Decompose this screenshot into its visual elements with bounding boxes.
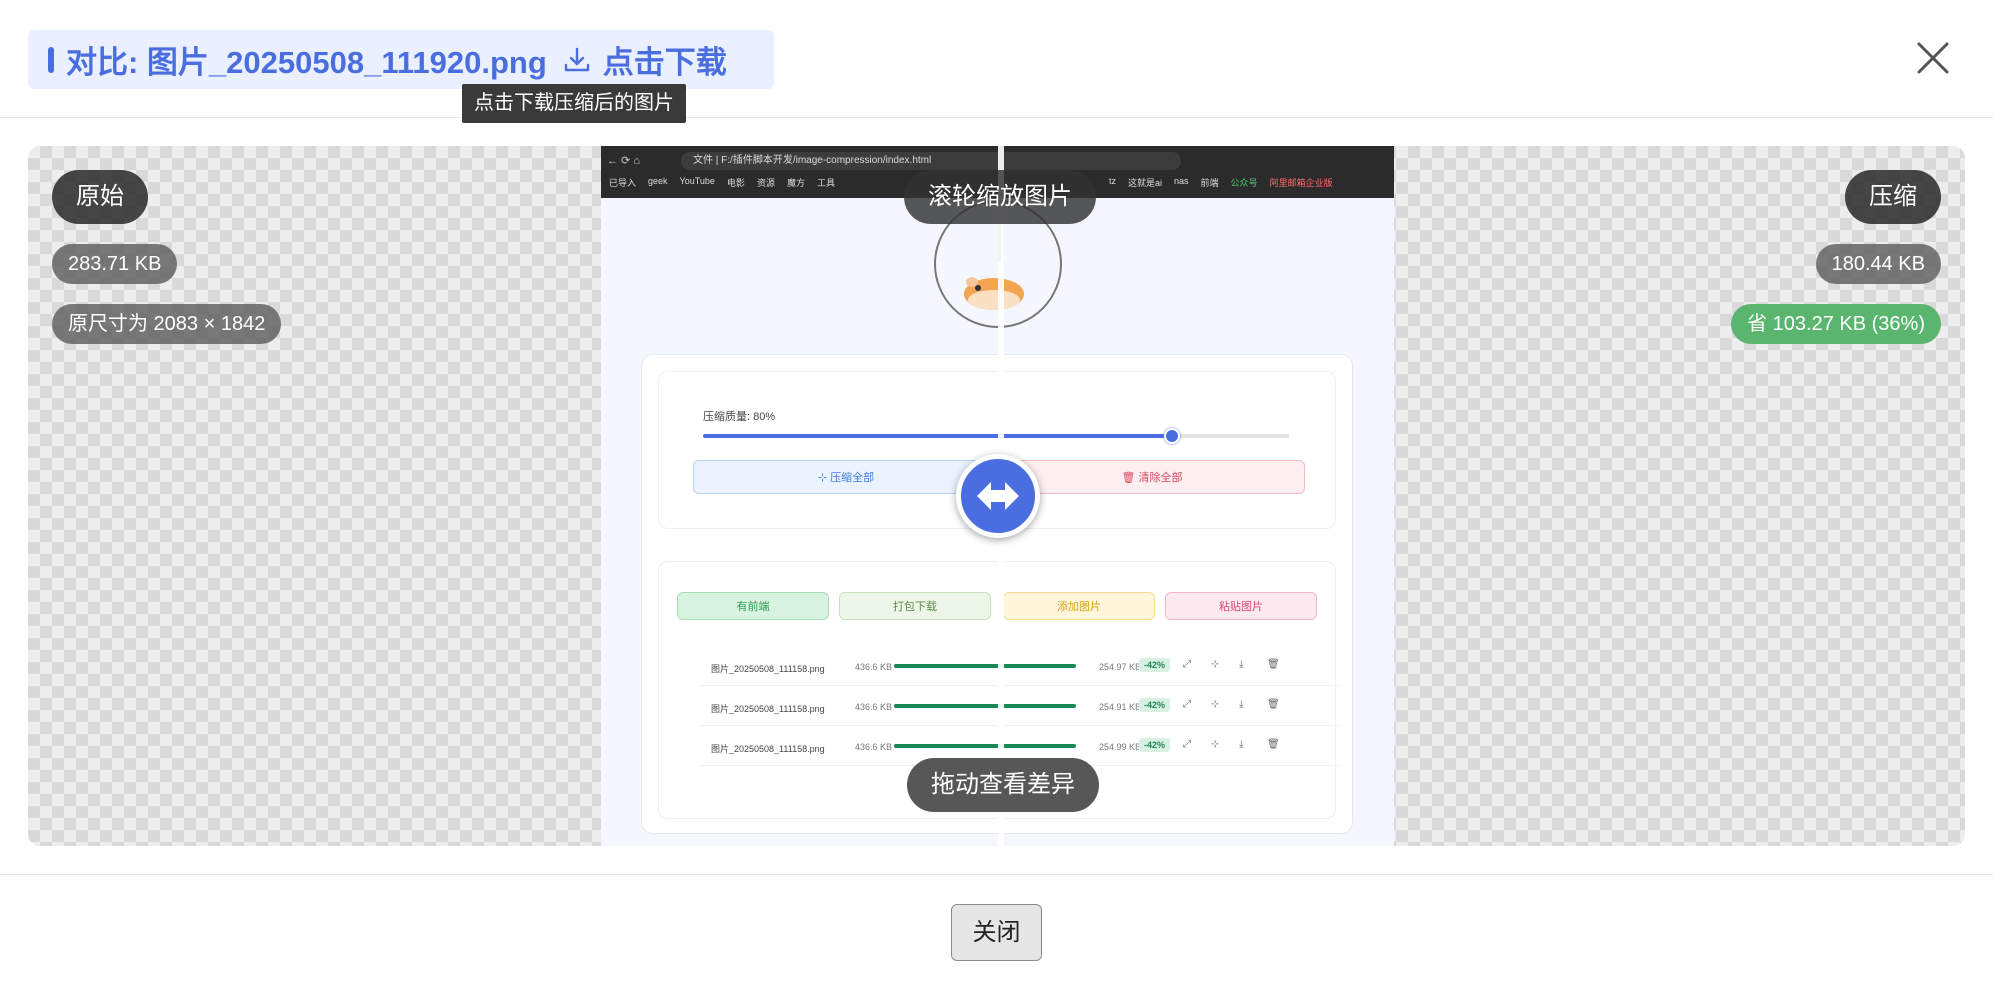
download-tooltip: 点击下载压缩后的图片	[462, 84, 686, 123]
original-dimensions-badge: 原尺寸为 2083 × 1842	[52, 304, 282, 344]
bookmark: 电影	[726, 178, 745, 188]
compare-viewer[interactable]: ← ⟳ ⌂ 文件 | F:/插件脚本开发/image-compression/i…	[28, 146, 1965, 846]
zoom-hint: 滚轮缩放图片	[904, 170, 1096, 224]
bookmark: 公众号	[1230, 178, 1258, 188]
browser-address: 文件 | F:/插件脚本开发/image-compression/index.h…	[681, 152, 1181, 170]
compress-all-button: ⊹ 压缩全部	[693, 460, 999, 494]
bookmark: 资源	[756, 178, 775, 188]
download-icon[interactable]	[561, 44, 593, 76]
drag-hint: 拖动查看差异	[907, 758, 1099, 812]
clear-all-button: 🗑 清除全部	[999, 460, 1305, 494]
dialog-footer: 关闭	[0, 874, 1993, 984]
bookmark: 已导入	[609, 178, 637, 188]
bookmark: 魔方	[786, 178, 805, 188]
quality-slider-thumb	[1163, 428, 1180, 444]
bookmark: tz	[1108, 176, 1116, 186]
action-button: 打包下载	[839, 592, 991, 620]
action-button: 添加图片	[1003, 592, 1155, 620]
savings-badge: 省 103.27 KB (36%)	[1731, 304, 1941, 344]
bookmark: YouTube	[679, 176, 715, 186]
bookmark: 阿里邮箱企业版	[1269, 178, 1333, 188]
bookmark: 这就是ai	[1128, 178, 1163, 188]
compressed-size-badge: 180.44 KB	[1815, 244, 1941, 284]
bookmark: nas	[1174, 176, 1189, 186]
close-button[interactable]: 关闭	[951, 904, 1042, 961]
bookmark: 工具	[816, 178, 835, 188]
close-icon[interactable]	[1913, 38, 1953, 78]
browser-nav-icons: ← ⟳ ⌂	[607, 155, 640, 167]
compressed-label: 压缩	[1845, 170, 1941, 224]
dialog-title: 对比: 图片_20250508_111920.png	[66, 45, 547, 80]
original-size-badge: 283.71 KB	[52, 244, 178, 284]
file-row: 图片_20250508_111158.png 436.6 KB 254.97 K…	[699, 648, 1339, 686]
file-row: 图片_20250508_111158.png 436.6 KB 254.91 K…	[699, 688, 1339, 726]
quality-slider-fill	[703, 434, 1172, 438]
bookmark: geek	[648, 176, 668, 186]
compare-dialog: 对比: 图片_20250508_111920.png 点击下载 点击下载压缩后的…	[0, 0, 1993, 984]
download-link[interactable]: 点击下载	[603, 37, 727, 82]
arrows-horizontal-icon	[977, 482, 1019, 510]
compare-drag-handle[interactable]	[956, 454, 1040, 538]
title-box: 对比: 图片_20250508_111920.png 点击下载	[28, 30, 774, 89]
quality-label: 压缩质量: 80%	[703, 411, 776, 423]
action-button: 粘贴图片	[1165, 592, 1317, 620]
dialog-header: 对比: 图片_20250508_111920.png 点击下载 点击下载压缩后的…	[0, 0, 1993, 123]
action-button: 有前端	[677, 592, 829, 620]
title-accent-bar	[48, 46, 54, 73]
bookmark: 前端	[1200, 178, 1219, 188]
original-label: 原始	[52, 170, 148, 224]
